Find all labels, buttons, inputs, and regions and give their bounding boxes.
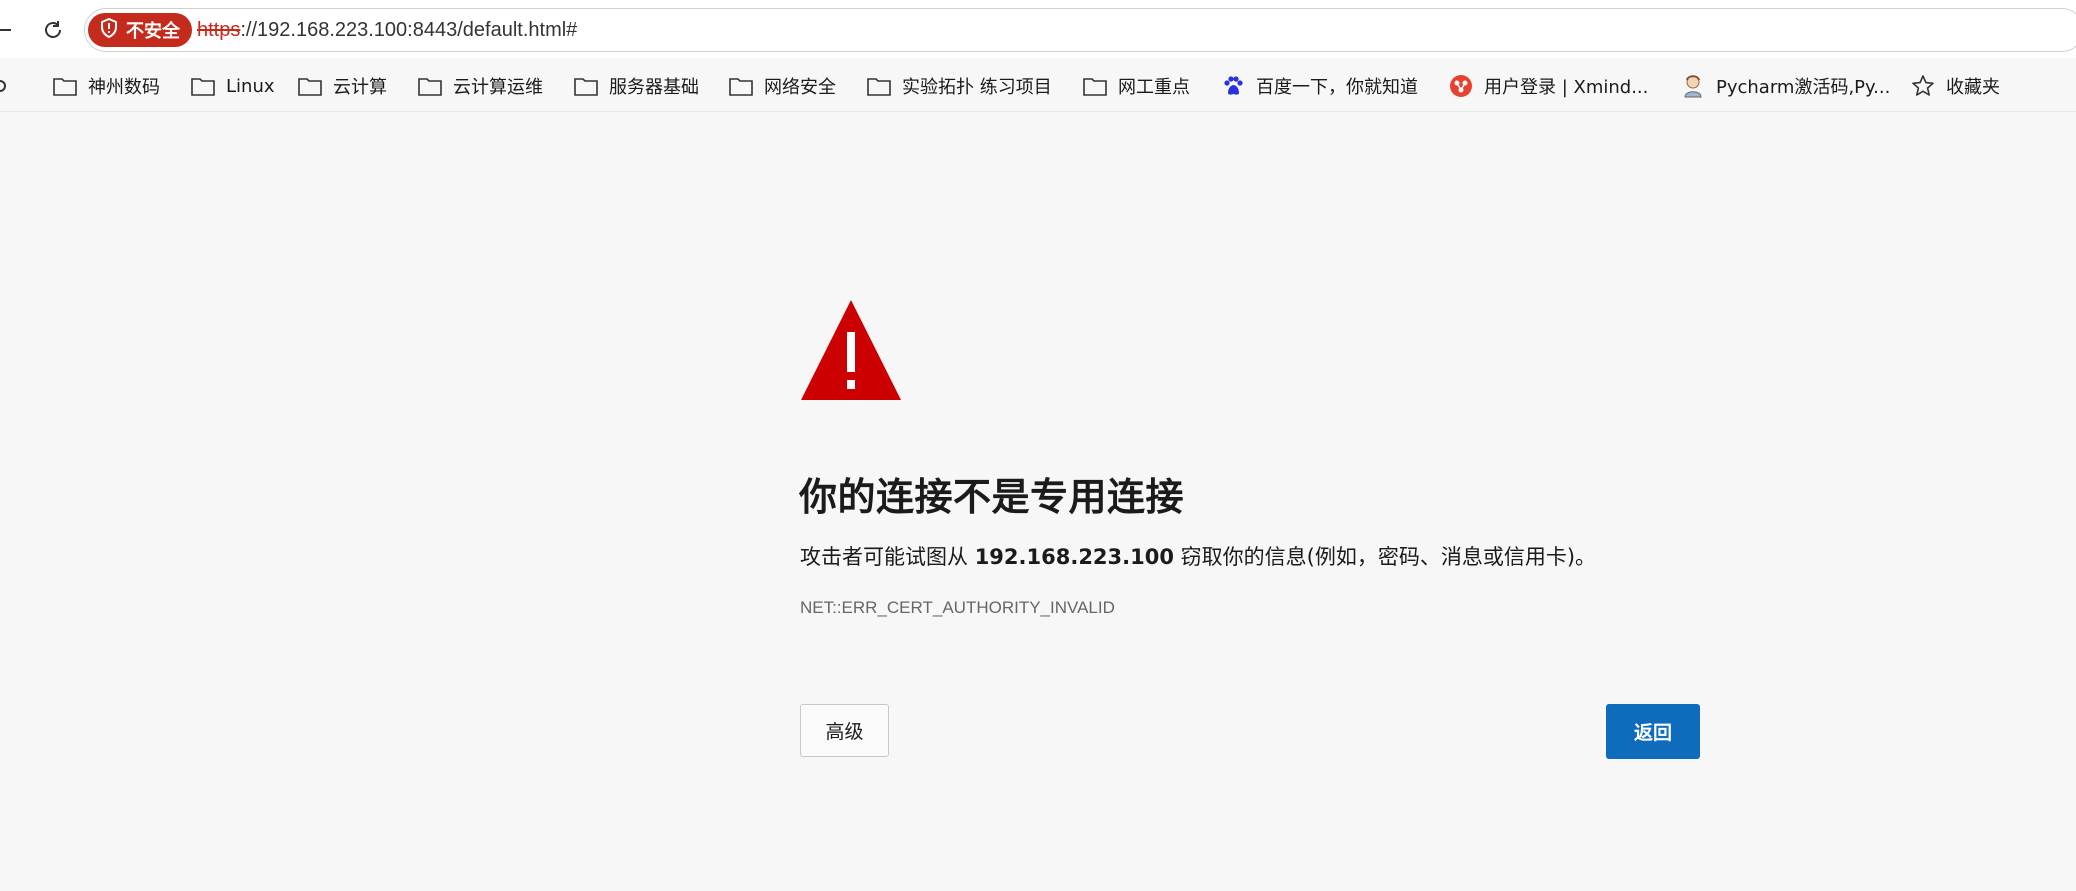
- bookmark-net-key-points[interactable]: 网工重点: [1082, 70, 1190, 102]
- not-secure-label: 不安全: [126, 21, 180, 42]
- bookmark-netsec[interactable]: 网络安全: [728, 70, 836, 102]
- folder-icon: [573, 73, 599, 99]
- folder-icon: [417, 73, 443, 99]
- bookmark-label: 网工重点: [1118, 77, 1190, 98]
- desc-host: 192.168.223.100: [974, 545, 1174, 569]
- bookmark-label: 云计算运维: [453, 77, 543, 98]
- star-icon: [1910, 73, 1936, 99]
- bookmark-xmind[interactable]: 用户登录 | Xmind...: [1448, 70, 1648, 102]
- folder-icon: [297, 73, 323, 99]
- bookmark-label: Pycharm激活码,Py...: [1716, 77, 1891, 98]
- bookmark-label: 百度一下，你就知道: [1256, 77, 1418, 98]
- bookmark-favorites[interactable]: 收藏夹: [1910, 70, 2000, 102]
- bookmark-label: 网络安全: [764, 77, 836, 98]
- bookmark-baidu[interactable]: 百度一下，你就知道: [1220, 70, 1418, 102]
- desc-suffix: 窃取你的信息(例如，密码、消息或信用卡)。: [1173, 545, 1597, 569]
- bookmark-cloud-ops[interactable]: 云计算运维: [417, 70, 543, 102]
- bookmark-lab-topology[interactable]: 实验拓扑 练习项目: [866, 70, 1052, 102]
- url-scheme: https: [197, 19, 241, 41]
- bookmark-server-basics[interactable]: 服务器基础: [573, 70, 699, 102]
- folder-icon: [190, 73, 216, 99]
- bookmark-pycharm[interactable]: Pycharm激活码,Py...: [1680, 70, 1890, 102]
- desc-prefix: 攻击者可能试图从: [800, 545, 975, 569]
- xmind-icon: [1448, 73, 1474, 99]
- folder-icon: [866, 73, 892, 99]
- url-text[interactable]: https://192.168.223.100:8443/default.htm…: [197, 16, 577, 44]
- go-back-button[interactable]: 返回: [1606, 704, 1700, 759]
- page-title: 你的连接不是专用连接: [799, 475, 1185, 519]
- avatar-icon: [1680, 73, 1706, 99]
- url-host-path: ://192.168.223.100:8443/default.html#: [240, 19, 578, 41]
- baidu-paw-icon: [1220, 73, 1246, 99]
- bookmark-linux[interactable]: Linux: [190, 70, 275, 102]
- warning-triangle-icon: [800, 298, 902, 402]
- shield-warning-icon: [100, 17, 118, 43]
- advanced-button[interactable]: 高级: [800, 704, 889, 757]
- bookmark-label: 收藏夹: [1946, 77, 2000, 98]
- folder-icon: [728, 73, 754, 99]
- bookmark-shenzhou[interactable]: 神州数码: [52, 70, 160, 102]
- folder-icon: [1082, 73, 1108, 99]
- bookmark-cloud[interactable]: 云计算: [297, 70, 387, 102]
- bookmark-label: 云计算: [333, 77, 387, 98]
- browser-toolbar: 不安全 https://192.168.223.100:8443/default…: [0, 0, 2076, 58]
- bookmark-label: 用户登录 | Xmind...: [1484, 77, 1649, 98]
- apps-icon[interactable]: [0, 70, 12, 102]
- bookmark-label: 实验拓扑 练习项目: [902, 77, 1052, 98]
- bookmark-label: Linux: [226, 75, 275, 97]
- bookmark-label: 神州数码: [88, 77, 160, 98]
- folder-icon: [52, 73, 78, 99]
- refresh-icon[interactable]: [38, 15, 68, 45]
- bookmark-label: 服务器基础: [609, 77, 699, 98]
- not-secure-badge[interactable]: 不安全: [88, 13, 192, 47]
- back-arrow-icon[interactable]: [0, 20, 14, 40]
- bookmarks-bar: 神州数码 Linux 云计算 云计算运维 服务器基础 网络安全 实验拓扑 练习项…: [0, 58, 2076, 112]
- error-code[interactable]: NET::ERR_CERT_AUTHORITY_INVALID: [800, 598, 1115, 618]
- error-description: 攻击者可能试图从 192.168.223.100 窃取你的信息(例如，密码、消息…: [800, 541, 1596, 571]
